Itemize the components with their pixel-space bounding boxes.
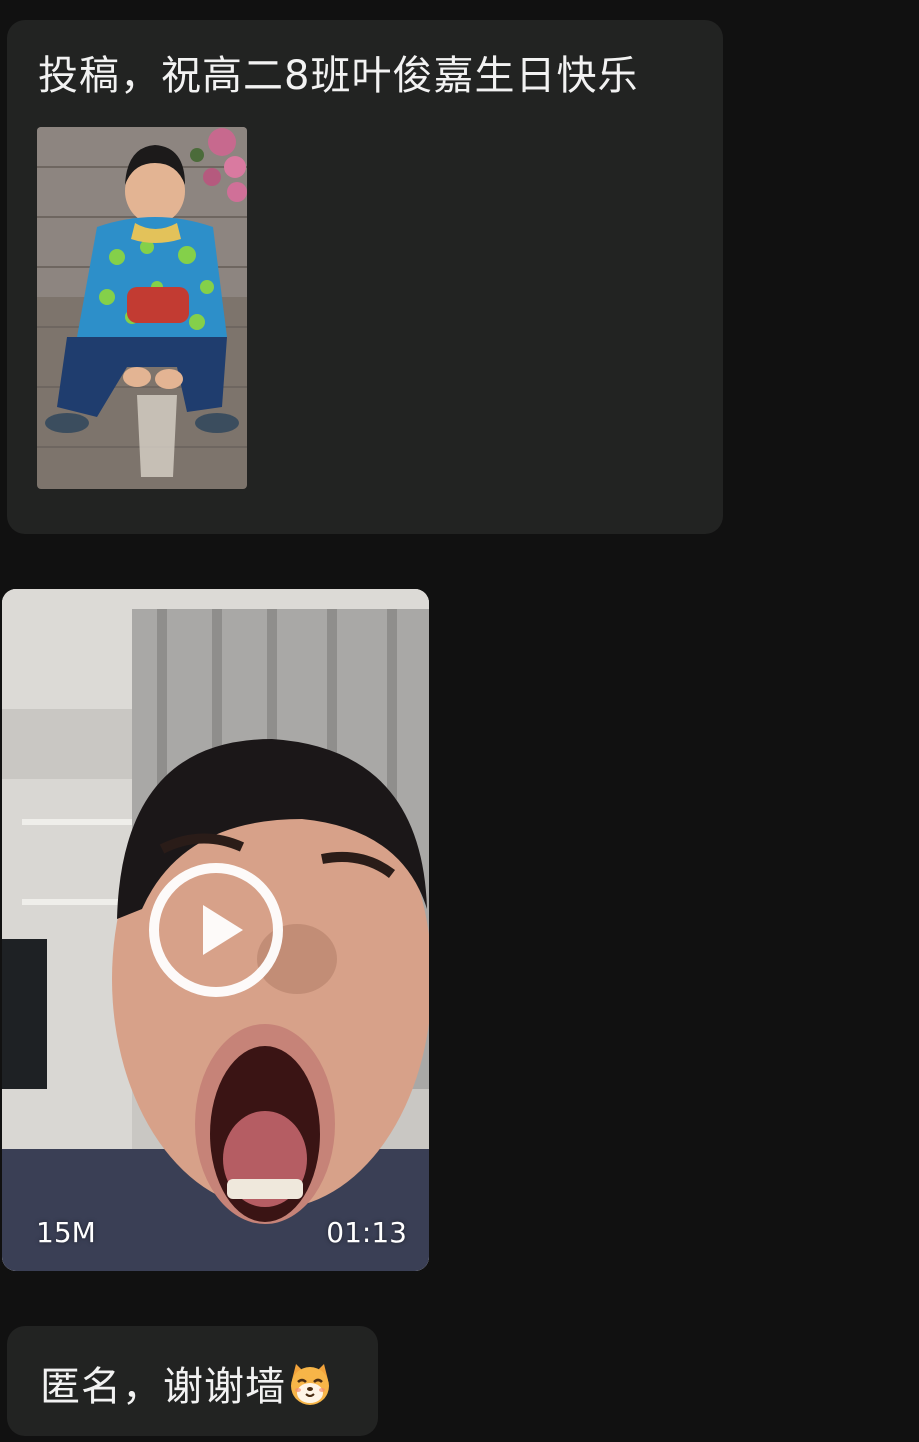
play-triangle-icon: [203, 905, 243, 955]
photo-thumbnail[interactable]: [37, 127, 247, 489]
video-file-size: 15M: [36, 1216, 96, 1249]
message-text: 投稿，祝高二8班叶俊嘉生日快乐: [38, 53, 639, 99]
message-text: 匿名，谢谢墙: [40, 1364, 286, 1410]
message-bubble-anonymous: 匿名，谢谢墙: [7, 1326, 378, 1436]
shiba-emoji-icon: [286, 1360, 334, 1408]
video-message[interactable]: 15M 01:13: [2, 589, 429, 1271]
play-icon[interactable]: [149, 863, 283, 997]
message-text-line: 匿名，谢谢墙: [40, 1360, 334, 1411]
video-duration: 01:13: [326, 1216, 407, 1249]
chat-thread: 投稿，祝高二8班叶俊嘉生日快乐 15M 01:13 匿名，谢谢墙: [0, 0, 919, 1442]
message-bubble-submission: 投稿，祝高二8班叶俊嘉生日快乐: [7, 20, 723, 534]
